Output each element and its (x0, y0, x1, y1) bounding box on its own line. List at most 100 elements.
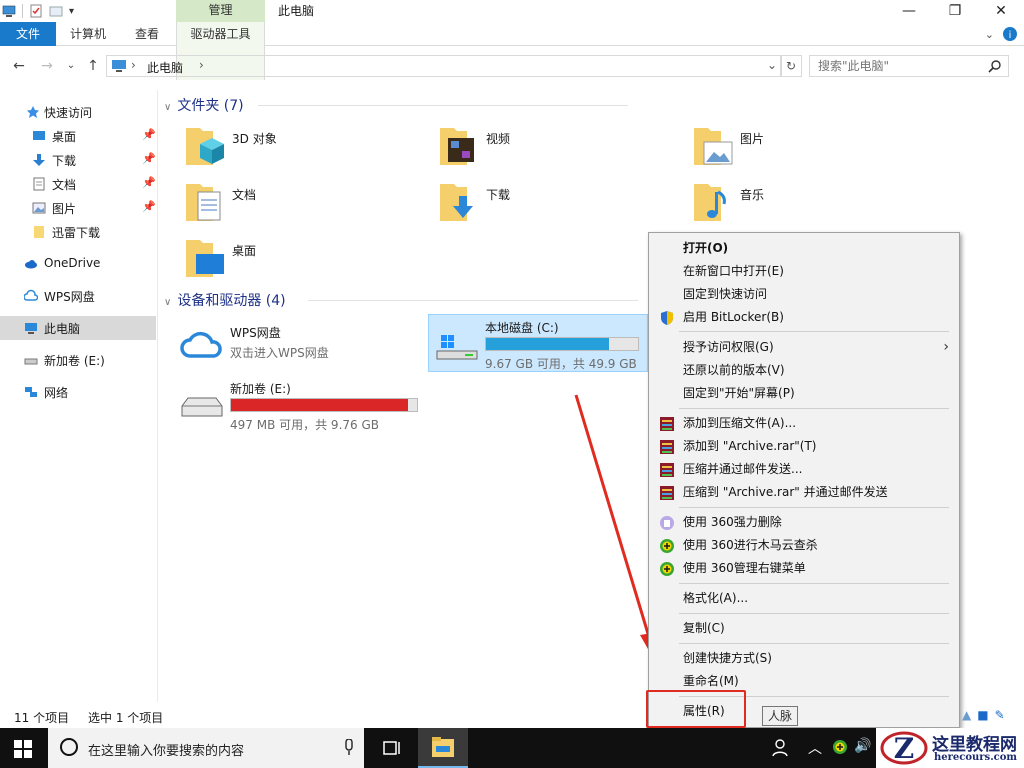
menu-separator (679, 583, 949, 584)
360-tray-icon[interactable] (832, 739, 848, 755)
folder-videos[interactable]: 视频 (438, 124, 638, 174)
folder-icon (34, 226, 44, 238)
group-title: 设备和驱动器 (4) (177, 293, 286, 309)
menu-grant-access[interactable]: 授予访问权限(G) › (651, 336, 957, 358)
menu-format[interactable]: 格式化(A)... (651, 587, 957, 609)
watermark-logo-icon: Z (880, 731, 928, 765)
nav-item-pictures[interactable]: 图片 📌 (0, 196, 156, 220)
back-button[interactable]: ← (10, 56, 28, 76)
folder-3d-objects[interactable]: 3D 对象 (184, 124, 384, 174)
folder-label: 音乐 (740, 188, 765, 202)
properties-icon[interactable] (29, 4, 43, 18)
people-icon[interactable]: ▲ (962, 708, 971, 722)
search-icon[interactable] (988, 59, 1002, 73)
search-input[interactable] (810, 56, 980, 76)
folders-group-header[interactable]: ∨ 文件夹 (7) (164, 95, 244, 115)
nav-item-thunder-downloads[interactable]: 迅雷下载 (0, 220, 156, 244)
nav-this-pc[interactable]: 此电脑 (0, 316, 156, 340)
expand-ribbon-icon[interactable]: ⌄ (985, 28, 994, 41)
cortana-icon[interactable] (60, 738, 78, 756)
selected-count: 选中 1 个项目 (88, 711, 164, 725)
chevron-up-icon[interactable]: ︿ (808, 738, 822, 758)
menu-add-archive[interactable]: 添加到压缩文件(A)... (651, 412, 957, 434)
menu-compress-email[interactable]: 压缩并通过邮件发送... (651, 458, 957, 480)
nav-item-desktop[interactable]: 桌面 📌 (0, 124, 156, 148)
menu-separator (679, 507, 949, 508)
menu-create-shortcut[interactable]: 创建快捷方式(S) (651, 647, 957, 669)
nav-label: 文档 (52, 178, 77, 192)
maximize-button[interactable]: ❐ (932, 0, 978, 22)
computer-icon[interactable] (2, 4, 16, 18)
menu-restore-versions[interactable]: 还原以前的版本(V) (651, 359, 957, 381)
chevron-right-icon[interactable]: › (199, 58, 204, 72)
up-button[interactable]: ↑ (84, 56, 102, 76)
chevron-down-icon[interactable]: ∨ (164, 297, 171, 308)
windows-start-icon[interactable] (14, 740, 32, 758)
nav-item-documents[interactable]: 文档 📌 (0, 172, 156, 196)
menu-360-delete[interactable]: 使用 360强力删除 (651, 511, 957, 533)
devices-group-header[interactable]: ∨ 设备和驱动器 (4) (164, 290, 286, 310)
pin-icon[interactable]: 📌 (142, 176, 156, 189)
folder-downloads[interactable]: 下载 (438, 180, 638, 230)
wrench-icon[interactable]: ✎ (995, 708, 1005, 722)
quick-access-toolbar: ▾ (0, 0, 74, 22)
search-box[interactable] (809, 55, 1009, 77)
menu-360-scan[interactable]: 使用 360进行木马云查杀 (651, 534, 957, 556)
nav-wps[interactable]: WPS网盘 (0, 284, 156, 308)
microphone-icon[interactable] (344, 739, 354, 756)
folder-label: 3D 对象 (232, 132, 277, 146)
new-folder-icon[interactable] (49, 4, 63, 18)
nav-new-volume[interactable]: 新加卷 (E:) (0, 348, 156, 372)
folder-music[interactable]: 音乐 (692, 180, 892, 230)
nav-network[interactable]: 网络 (0, 380, 156, 404)
pin-icon[interactable]: 📌 (142, 128, 156, 141)
tab-computer[interactable]: 计算机 (62, 22, 114, 46)
shirt-icon[interactable]: ■ (977, 708, 988, 722)
customize-qat-icon[interactable]: ▾ (69, 6, 74, 17)
chevron-down-icon[interactable]: ⌄ (767, 58, 777, 72)
menu-open-new-window[interactable]: 在新窗口中打开(E) (651, 260, 957, 282)
manage-tab[interactable]: 管理 (176, 0, 265, 22)
chevron-right-icon[interactable]: › (131, 58, 136, 72)
volume-icon[interactable]: 🔊 (854, 738, 871, 754)
menu-open[interactable]: 打开(O) (651, 237, 957, 259)
nav-onedrive[interactable]: OneDrive (0, 252, 156, 276)
taskbar-file-explorer[interactable] (418, 728, 468, 768)
menu-add-rar[interactable]: 添加到 "Archive.rar"(T) (651, 435, 957, 457)
pin-icon[interactable]: 📌 (142, 152, 156, 165)
help-icon[interactable]: i (1002, 26, 1018, 42)
drive-e[interactable]: 新加卷 (E:) 497 MB 可用，共 9.76 GB (174, 376, 424, 434)
nav-quick-access[interactable]: 快速访问 (0, 100, 156, 124)
tab-view[interactable]: 查看 (124, 22, 170, 46)
drive-wps[interactable]: WPS网盘 双击进入WPS网盘 (174, 320, 424, 378)
menu-360-manage[interactable]: 使用 360管理右键菜单 (651, 557, 957, 579)
recent-locations-icon[interactable]: ⌄ (62, 56, 80, 76)
menu-pin-quick-access[interactable]: 固定到快速访问 (651, 283, 957, 305)
refresh-button[interactable]: ↻ (780, 55, 802, 77)
chevron-down-icon[interactable]: ∨ (164, 102, 171, 113)
nav-item-downloads[interactable]: 下载 📌 (0, 148, 156, 172)
address-bar[interactable]: › 此电脑 › ⌄ (106, 55, 782, 77)
folder-pictures[interactable]: 图片 (692, 124, 892, 174)
menu-label: 使用 360强力删除 (683, 515, 782, 529)
menu-compress-rar-email[interactable]: 压缩到 "Archive.rar" 并通过邮件发送 (651, 481, 957, 503)
task-view-icon[interactable] (380, 736, 404, 760)
folder-documents[interactable]: 文档 (184, 180, 384, 230)
folder-label: 桌面 (232, 244, 257, 258)
taskbar-search[interactable]: 在这里输入你要搜索的内容 (48, 728, 364, 768)
menu-bitlocker[interactable]: 启用 BitLocker(B) (651, 306, 957, 328)
folder-desktop[interactable]: 桌面 (184, 236, 384, 286)
minimize-button[interactable]: — (886, 0, 932, 22)
tab-file[interactable]: 文件 (0, 22, 56, 46)
menu-pin-start[interactable]: 固定到"开始"屏幕(P) (651, 382, 957, 404)
close-button[interactable]: ✕ (978, 0, 1024, 22)
people-icon[interactable] (770, 736, 794, 760)
menu-rename[interactable]: 重命名(M) (651, 670, 957, 692)
forward-button[interactable]: → (38, 56, 56, 76)
documents-folder-icon (186, 184, 221, 221)
menu-copy[interactable]: 复制(C) (651, 617, 957, 639)
breadcrumb[interactable]: 此电脑 (147, 59, 183, 76)
drive-c[interactable]: 本地磁盘 (C:) 9.67 GB 可用，共 49.9 GB (428, 314, 648, 372)
winrar-icon (660, 417, 674, 431)
pin-icon[interactable]: 📌 (142, 200, 156, 213)
